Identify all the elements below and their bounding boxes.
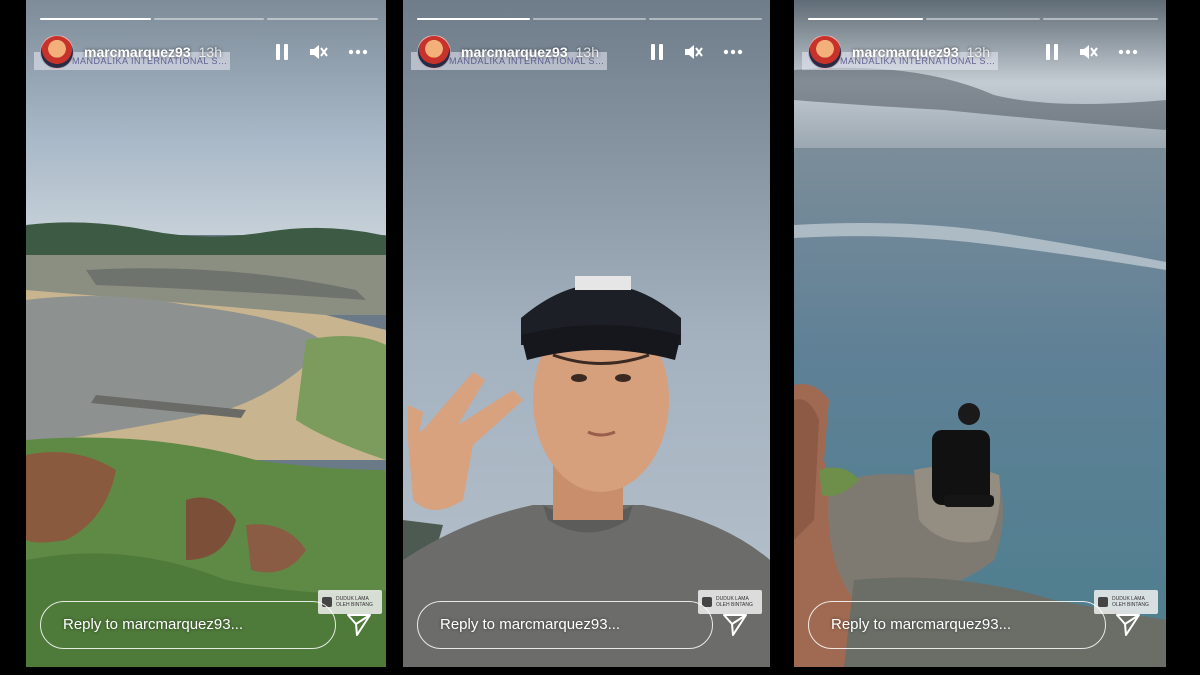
username[interactable]: marcmarquez93 (461, 44, 568, 60)
story-progress-bar (417, 18, 762, 20)
story-photo-ocean-cliff (794, 0, 1166, 667)
reply-input[interactable]: Reply to marcmarquez93... (417, 601, 713, 649)
username[interactable]: marcmarquez93 (84, 44, 191, 60)
more-options-icon[interactable] (721, 40, 745, 64)
progress-segment (153, 18, 265, 20)
location-sticker[interactable]: DUDUK LAMA OLEH BINTANG (1094, 590, 1158, 614)
username[interactable]: marcmarquez93 (852, 44, 959, 60)
reply-input[interactable]: Reply to marcmarquez93... (40, 601, 336, 649)
send-icon[interactable] (346, 613, 372, 637)
post-time: 13h (575, 44, 599, 60)
progress-segment (808, 18, 923, 20)
progress-segment (40, 18, 151, 20)
story-photo-selfie (403, 0, 770, 667)
sticker-text: DUDUK LAMA OLEH BINTANG (1112, 596, 1149, 608)
sticker-text: DUDUK LAMA OLEH BINTANG (336, 596, 373, 608)
avatar[interactable] (40, 35, 74, 69)
progress-segment (1043, 18, 1159, 20)
post-time: 13h (966, 44, 990, 60)
progress-segment (267, 18, 379, 20)
post-time: 13h (198, 44, 222, 60)
avatar[interactable] (417, 35, 451, 69)
sticker-icon (1098, 597, 1108, 607)
progress-segment (417, 18, 530, 20)
progress-segment (925, 18, 1041, 20)
volume-muted-icon[interactable] (1076, 40, 1100, 64)
avatar[interactable] (808, 35, 842, 69)
story-panel-3[interactable]: MANDALIKA INTERNATIONAL STREET CI... mar… (794, 0, 1166, 667)
story-header: marcmarquez93 13h (417, 34, 758, 70)
pause-icon[interactable] (645, 40, 669, 64)
sticker-text: DUDUK LAMA OLEH BINTANG (716, 596, 753, 608)
story-progress-bar (40, 18, 379, 20)
volume-muted-icon[interactable] (681, 40, 705, 64)
volume-muted-icon[interactable] (306, 40, 330, 64)
send-icon[interactable] (722, 613, 748, 637)
progress-segment (649, 18, 762, 20)
more-options-icon[interactable] (346, 40, 370, 64)
reply-input[interactable]: Reply to marcmarquez93... (808, 601, 1106, 649)
story-photo-circuit-landscape (26, 0, 386, 667)
send-icon[interactable] (1115, 613, 1141, 637)
progress-segment (533, 18, 646, 20)
story-panel-1[interactable]: MANDALIKA INTERNATIONAL STREET CI... mar… (26, 0, 386, 667)
story-panel-2[interactable]: MANDALIKA INTERNATIONAL STREET CI... mar… (403, 0, 770, 667)
story-progress-bar (808, 18, 1159, 20)
more-options-icon[interactable] (1116, 40, 1140, 64)
story-header: marcmarquez93 13h (808, 34, 1154, 70)
pause-icon[interactable] (270, 40, 294, 64)
pause-icon[interactable] (1040, 40, 1064, 64)
